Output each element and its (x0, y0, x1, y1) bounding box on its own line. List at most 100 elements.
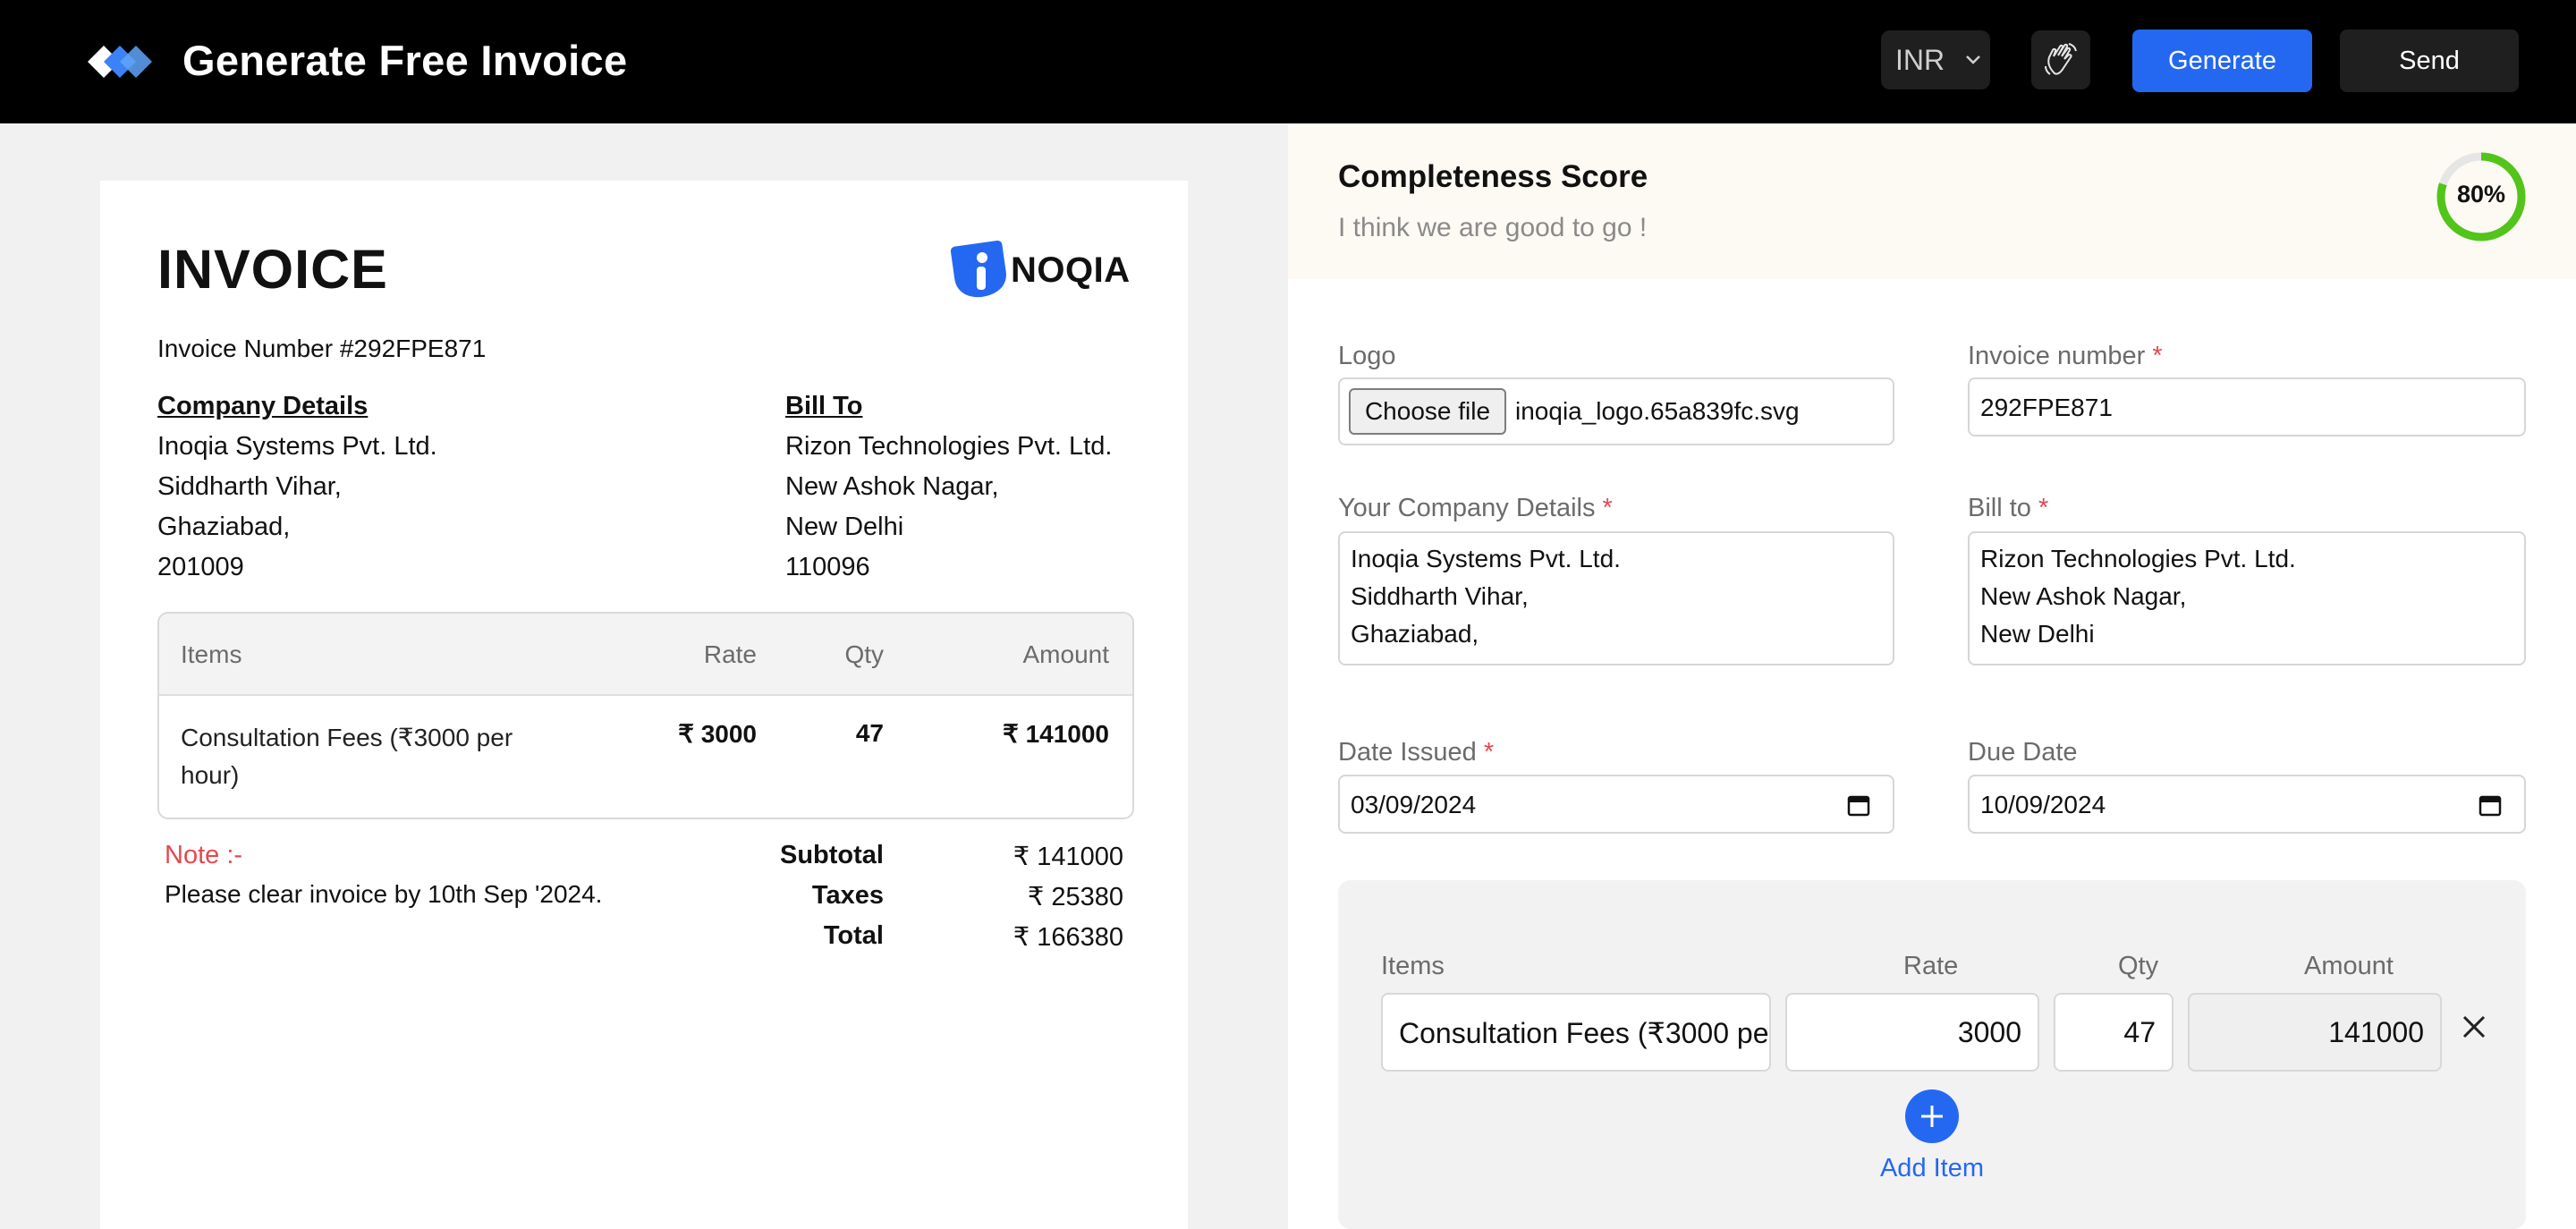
company-details-title: Company Details (157, 392, 369, 420)
bill-to-title: Bill To (785, 392, 863, 420)
company-logo: NOQIA (950, 240, 1138, 299)
due-date-input[interactable]: 10/09/2024 (1968, 775, 2526, 834)
total-label: Total (823, 921, 884, 950)
header-items: Items (181, 640, 242, 668)
app-logo-icon (88, 46, 152, 78)
invoice-number-label: Invoice number * (1968, 342, 2163, 371)
required-mark: * (1483, 738, 1495, 767)
logo-file-input[interactable]: Choose file inoqia_logo.65a839fc.svg (1338, 377, 1894, 445)
app-title: Generate Free Invoice (182, 37, 628, 84)
invoice-number-value: 292FPE871 (1980, 394, 2113, 421)
item-qty-value: 47 (2123, 1016, 2156, 1048)
file-name: inoqia_logo.65a839fc.svg (1515, 397, 1800, 425)
company-details: Company Details Inoqia Systems Pvt. Ltd.… (157, 386, 437, 588)
textarea-line: New Ashok Nagar, (1980, 582, 2187, 610)
invoice-heading: INVOICE (157, 239, 388, 300)
add-item-label[interactable]: Add Item (1857, 1154, 2007, 1183)
noqia-logo-icon (950, 240, 1006, 298)
score-subtitle: I think we are good to go ! (1338, 213, 1648, 242)
company-line: Ghaziabad, (157, 513, 291, 541)
bill-to-textarea[interactable]: Rizon Technologies Pvt. Ltd. New Ashok N… (1968, 531, 2526, 665)
chevron-down-icon (1966, 55, 1980, 64)
generate-button[interactable]: Generate (2132, 30, 2312, 92)
add-item-button[interactable] (1905, 1089, 1959, 1143)
company-line: Siddharth Vihar, (157, 472, 342, 501)
item-amount-input: 141000 (2188, 993, 2442, 1072)
subtotal-value: ₹ 141000 (1013, 843, 1123, 871)
bill-to-line: New Ashok Nagar, (785, 472, 999, 501)
company-line: Inoqia Systems Pvt. Ltd. (157, 432, 437, 461)
date-issued-label: Date Issued * (1338, 738, 1494, 767)
invoice-number-input[interactable]: 292FPE871 (1968, 377, 2526, 437)
textarea-line: Rizon Technologies Pvt. Ltd. (1980, 545, 2296, 572)
company-details-label-text: Your Company Details (1338, 494, 1596, 522)
textarea-line: Inoqia Systems Pvt. Ltd. (1351, 545, 1621, 572)
item-qty-input[interactable]: 47 (2054, 993, 2174, 1072)
score-title: Completeness Score (1338, 159, 1648, 194)
header-amount: Amount (1022, 640, 1110, 668)
date-issued-value: 03/09/2024 (1351, 791, 1477, 818)
due-date-label: Due Date (1968, 738, 2078, 767)
row-qty: 47 (855, 719, 884, 747)
bill-to-label: Bill to * (1968, 494, 2048, 523)
date-issued-input[interactable]: 03/09/2024 (1338, 775, 1894, 834)
remove-item-icon[interactable] (2460, 1013, 2488, 1041)
row-amount: ₹ 141000 (1002, 720, 1109, 748)
choose-file-button[interactable]: Choose file (1349, 388, 1506, 435)
company-line: 201009 (157, 553, 244, 581)
header-rate: Rate (703, 640, 757, 668)
item-description-input[interactable]: Consultation Fees (₹3000 per hour) (1381, 993, 1771, 1072)
bill-to-line: New Delhi (785, 513, 904, 541)
score-value: 80% (2456, 181, 2506, 208)
due-date-value: 10/09/2024 (1980, 791, 2106, 818)
total-value: ₹ 166380 (1013, 923, 1123, 952)
rate-header: Rate (1903, 952, 1959, 980)
items-editor: Items Rate Qty Amount Consultation Fees … (1338, 880, 2526, 1229)
completeness-score-panel: Completeness Score I think we are good t… (1288, 123, 2576, 281)
invoice-number-label-text: Invoice number (1968, 342, 2146, 370)
item-description-value: Consultation Fees (₹3000 per hour) (1399, 1017, 1769, 1049)
invoice-number: Invoice Number #292FPE871 (157, 335, 487, 362)
logo-label: Logo (1338, 342, 1396, 370)
calendar-icon[interactable] (1846, 792, 1871, 818)
bill-to-label-text: Bill to (1968, 494, 2031, 522)
required-mark: * (2038, 494, 2049, 522)
wave-hand-button[interactable] (2031, 30, 2090, 89)
bill-to-details: Bill To Rizon Technologies Pvt. Ltd. New… (785, 386, 1112, 588)
bill-to-line: 110096 (785, 553, 870, 581)
note-text: Please clear invoice by 10th Sep '2024. (165, 880, 603, 908)
invoice-form: Logo Choose file inoqia_logo.65a839fc.sv… (1288, 279, 2576, 1229)
company-details-textarea[interactable]: Inoqia Systems Pvt. Ltd. Siddharth Vihar… (1338, 531, 1894, 665)
date-issued-label-text: Date Issued (1338, 738, 1477, 767)
qty-header: Qty (2118, 952, 2159, 980)
textarea-line: New Delhi (1980, 620, 2095, 648)
required-mark: * (1602, 494, 1613, 522)
required-mark: * (2152, 342, 2163, 370)
amount-header: Amount (2304, 952, 2394, 980)
bill-to-line: Rizon Technologies Pvt. Ltd. (785, 432, 1113, 461)
currency-value: INR (1895, 44, 1945, 76)
textarea-line: Siddharth Vihar, (1351, 582, 1529, 610)
plus-icon (1921, 1106, 1943, 1127)
items-header: Items (1381, 952, 1445, 980)
taxes-label: Taxes (811, 881, 884, 910)
invoice-items-table: Items Rate Qty Amount Consultation Fees … (157, 612, 1134, 819)
note-label: Note :- (165, 841, 243, 869)
row-item: Consultation Fees (₹3000 per hour) (181, 724, 513, 789)
calendar-icon[interactable] (2478, 792, 2503, 818)
company-details-label: Your Company Details * (1338, 494, 1613, 523)
taxes-value: ₹ 25380 (1027, 883, 1123, 911)
table-header: Items Rate Qty Amount (159, 614, 1132, 696)
item-amount-value: 141000 (2328, 1016, 2424, 1048)
item-rate-value: 3000 (1957, 1016, 2021, 1048)
top-bar: Generate Free Invoice INR Generate Send (0, 0, 2576, 123)
send-button[interactable]: Send (2340, 30, 2519, 92)
brand-name: NOQIA (1011, 250, 1131, 290)
invoice-preview: INVOICE NOQIA Invoice Number #292FPE871 … (100, 181, 1188, 1229)
item-rate-input[interactable]: 3000 (1785, 993, 2039, 1072)
currency-select[interactable]: INR (1881, 30, 1990, 89)
hand-wave-icon (2045, 43, 2077, 75)
header-qty: Qty (844, 640, 884, 668)
textarea-line: Ghaziabad, (1351, 620, 1479, 648)
subtotal-label: Subtotal (780, 841, 884, 869)
